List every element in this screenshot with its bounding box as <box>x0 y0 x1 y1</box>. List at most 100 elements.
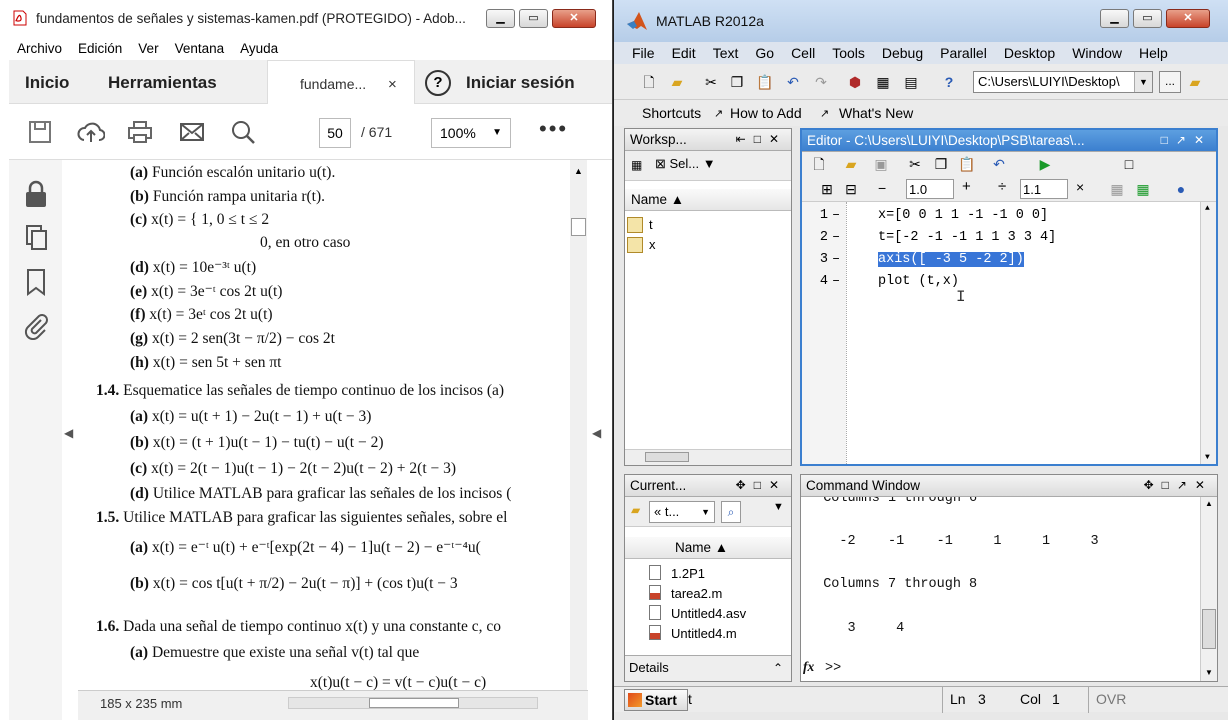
scroll-down-icon[interactable]: ▼ <box>1205 453 1210 462</box>
guide-icon[interactable]: ▦ <box>874 73 892 91</box>
menu-cell[interactable]: Cell <box>791 45 815 61</box>
menu-tools[interactable]: Tools <box>832 45 865 61</box>
menu-text[interactable]: Text <box>713 45 739 61</box>
lock-icon[interactable] <box>23 180 49 208</box>
menu-archivo[interactable]: Archivo <box>17 41 62 56</box>
menu-ventana[interactable]: Ventana <box>175 41 225 56</box>
folder-up-icon[interactable]: ▰ <box>1186 73 1204 91</box>
menu-parallel[interactable]: Parallel <box>940 45 987 61</box>
current-folder-column-header[interactable]: Name ▲ <box>625 537 791 559</box>
new-file-icon[interactable]: 🗋 <box>810 155 828 173</box>
start-button[interactable]: Start <box>624 689 688 711</box>
scroll-up-icon[interactable]: ▲ <box>1205 204 1210 213</box>
open-folder-icon[interactable]: ▰ <box>842 155 860 173</box>
attachment-icon[interactable] <box>23 312 49 341</box>
more-options-icon[interactable]: ••• <box>539 116 568 142</box>
name-column[interactable]: Name ▲ <box>675 540 728 555</box>
list-item[interactable]: t <box>627 215 777 235</box>
cell-mode-icon[interactable]: ▦ <box>1108 180 1126 198</box>
cell-divider-icon[interactable]: ⊟ <box>842 180 860 198</box>
scroll-thumb[interactable] <box>571 218 586 236</box>
code-line[interactable]: plot (t,x) <box>878 274 959 289</box>
fx-icon[interactable]: fx <box>803 659 814 675</box>
help-icon[interactable]: ● <box>1172 180 1190 198</box>
menu-desktop[interactable]: Desktop <box>1004 45 1055 61</box>
undo-icon[interactable]: ↶ <box>784 73 802 91</box>
command-vscroll[interactable]: ▲ ▼ <box>1200 497 1217 681</box>
matlab-titlebar[interactable]: MATLAB R2012a ▁ ▭ ✕ <box>614 0 1228 42</box>
menu-debug[interactable]: Debug <box>882 45 923 61</box>
redo-icon[interactable]: ↷ <box>812 73 830 91</box>
divide-icon[interactable]: ÷ <box>998 178 1006 195</box>
pane-controls-icon[interactable]: ✥□↗✕ <box>1144 475 1213 496</box>
pane-controls-icon[interactable]: ✥□✕ <box>736 475 787 496</box>
menu-ver[interactable]: Ver <box>138 41 158 56</box>
cell-run-icon[interactable]: ▦ <box>1134 180 1152 198</box>
minimize-icon[interactable]: ▁ <box>486 9 515 28</box>
save-icon[interactable] <box>27 120 53 144</box>
command-window-header[interactable]: Command Window ✥□↗✕ <box>801 475 1217 497</box>
actions-icon[interactable]: ▼ <box>773 501 784 513</box>
close-tab-icon[interactable]: × <box>388 76 397 93</box>
dock-icon[interactable]: □ <box>1120 155 1138 173</box>
collapse-left-icon[interactable]: ◀ <box>64 426 73 440</box>
scroll-thumb[interactable] <box>645 452 689 462</box>
workspace-header[interactable]: Worksp... ⇤□✕ <box>625 129 791 151</box>
name-column[interactable]: Name ▲ <box>631 192 684 207</box>
hscroll-thumb[interactable] <box>369 698 459 708</box>
cut-icon[interactable]: ✂ <box>702 73 720 91</box>
select-data-dropdown[interactable]: ⊠ Sel... ▼ <box>655 156 716 172</box>
multiply-icon[interactable]: × <box>1076 179 1084 195</box>
profiler-icon[interactable]: ▤ <box>902 73 920 91</box>
how-to-add-link[interactable]: How to Add <box>730 105 802 121</box>
save-icon[interactable]: ▣ <box>872 155 890 173</box>
chevron-down-icon[interactable]: ▼ <box>1134 72 1152 92</box>
zoom-select[interactable]: 100% ▼ <box>431 118 511 148</box>
chevron-up-icon[interactable]: ⌃ <box>773 656 783 680</box>
new-file-icon[interactable]: 🗋 <box>640 73 658 91</box>
command-prompt[interactable]: >> <box>825 661 841 676</box>
run-icon[interactable]: ▶ <box>1036 155 1054 173</box>
bookmark-icon[interactable] <box>23 268 49 296</box>
open-folder-icon[interactable]: ▰ <box>668 73 686 91</box>
menu-go[interactable]: Go <box>755 45 774 61</box>
search-icon[interactable] <box>231 120 257 144</box>
pdf-horizontal-scrollbar[interactable] <box>288 697 538 709</box>
search-icon[interactable]: ⌕ <box>721 501 741 523</box>
code-line-selected[interactable]: axis([ -3 5 -2 2]) <box>878 252 1024 267</box>
cut-icon[interactable]: ✂ <box>906 155 924 173</box>
command-output[interactable]: Columns 1 through 6 -2 -1 -1 1 1 3 Colum… <box>801 497 1199 683</box>
copy-icon[interactable]: ❐ <box>728 73 746 91</box>
paste-icon[interactable]: 📋 <box>958 155 976 173</box>
collapse-right-icon[interactable]: ◀ <box>592 426 601 440</box>
scroll-thumb[interactable] <box>1202 609 1216 649</box>
print-icon[interactable] <box>127 120 153 144</box>
whats-new-link[interactable]: What's New <box>839 105 913 121</box>
upload-cloud-icon[interactable] <box>77 120 106 144</box>
current-folder-path[interactable]: C:\Users\LUIYI\Desktop\ ▼ <box>973 71 1153 93</box>
close-icon[interactable]: ✕ <box>552 9 596 28</box>
list-item[interactable]: Untitled4.asv <box>645 603 785 623</box>
page-number-input[interactable] <box>319 118 351 148</box>
scroll-up-icon[interactable]: ▲ <box>1205 499 1213 508</box>
cell-factor-input[interactable] <box>1020 179 1068 199</box>
folder-path-dropdown[interactable]: « t... ▼ <box>649 501 715 523</box>
menu-window[interactable]: Window <box>1072 45 1122 61</box>
decrement-icon[interactable]: − <box>878 180 886 196</box>
close-icon[interactable]: ✕ <box>1166 9 1210 28</box>
pane-controls-icon[interactable]: ⇤□✕ <box>736 129 787 150</box>
list-item[interactable]: tarea2.m <box>645 583 785 603</box>
pdf-titlebar[interactable]: fundamentos de señales y sistemas-kamen.… <box>0 0 612 36</box>
menu-edicion[interactable]: Edición <box>78 41 122 56</box>
maximize-icon[interactable]: ▭ <box>519 9 548 28</box>
simulink-icon[interactable]: ⬢ <box>846 73 864 91</box>
insert-cell-icon[interactable]: ⊞ <box>818 180 836 198</box>
help-icon[interactable]: ? <box>940 73 958 91</box>
details-panel-header[interactable]: Details ⌃ <box>625 655 791 681</box>
signin-button[interactable]: Iniciar sesión <box>466 73 575 93</box>
browse-button[interactable]: ... <box>1159 71 1181 93</box>
scroll-down-icon[interactable]: ▼ <box>1205 668 1213 677</box>
list-item[interactable]: 1.2P1 <box>645 563 785 583</box>
tab-document[interactable]: fundame... × <box>267 60 415 104</box>
maximize-icon[interactable]: ▭ <box>1133 9 1162 28</box>
